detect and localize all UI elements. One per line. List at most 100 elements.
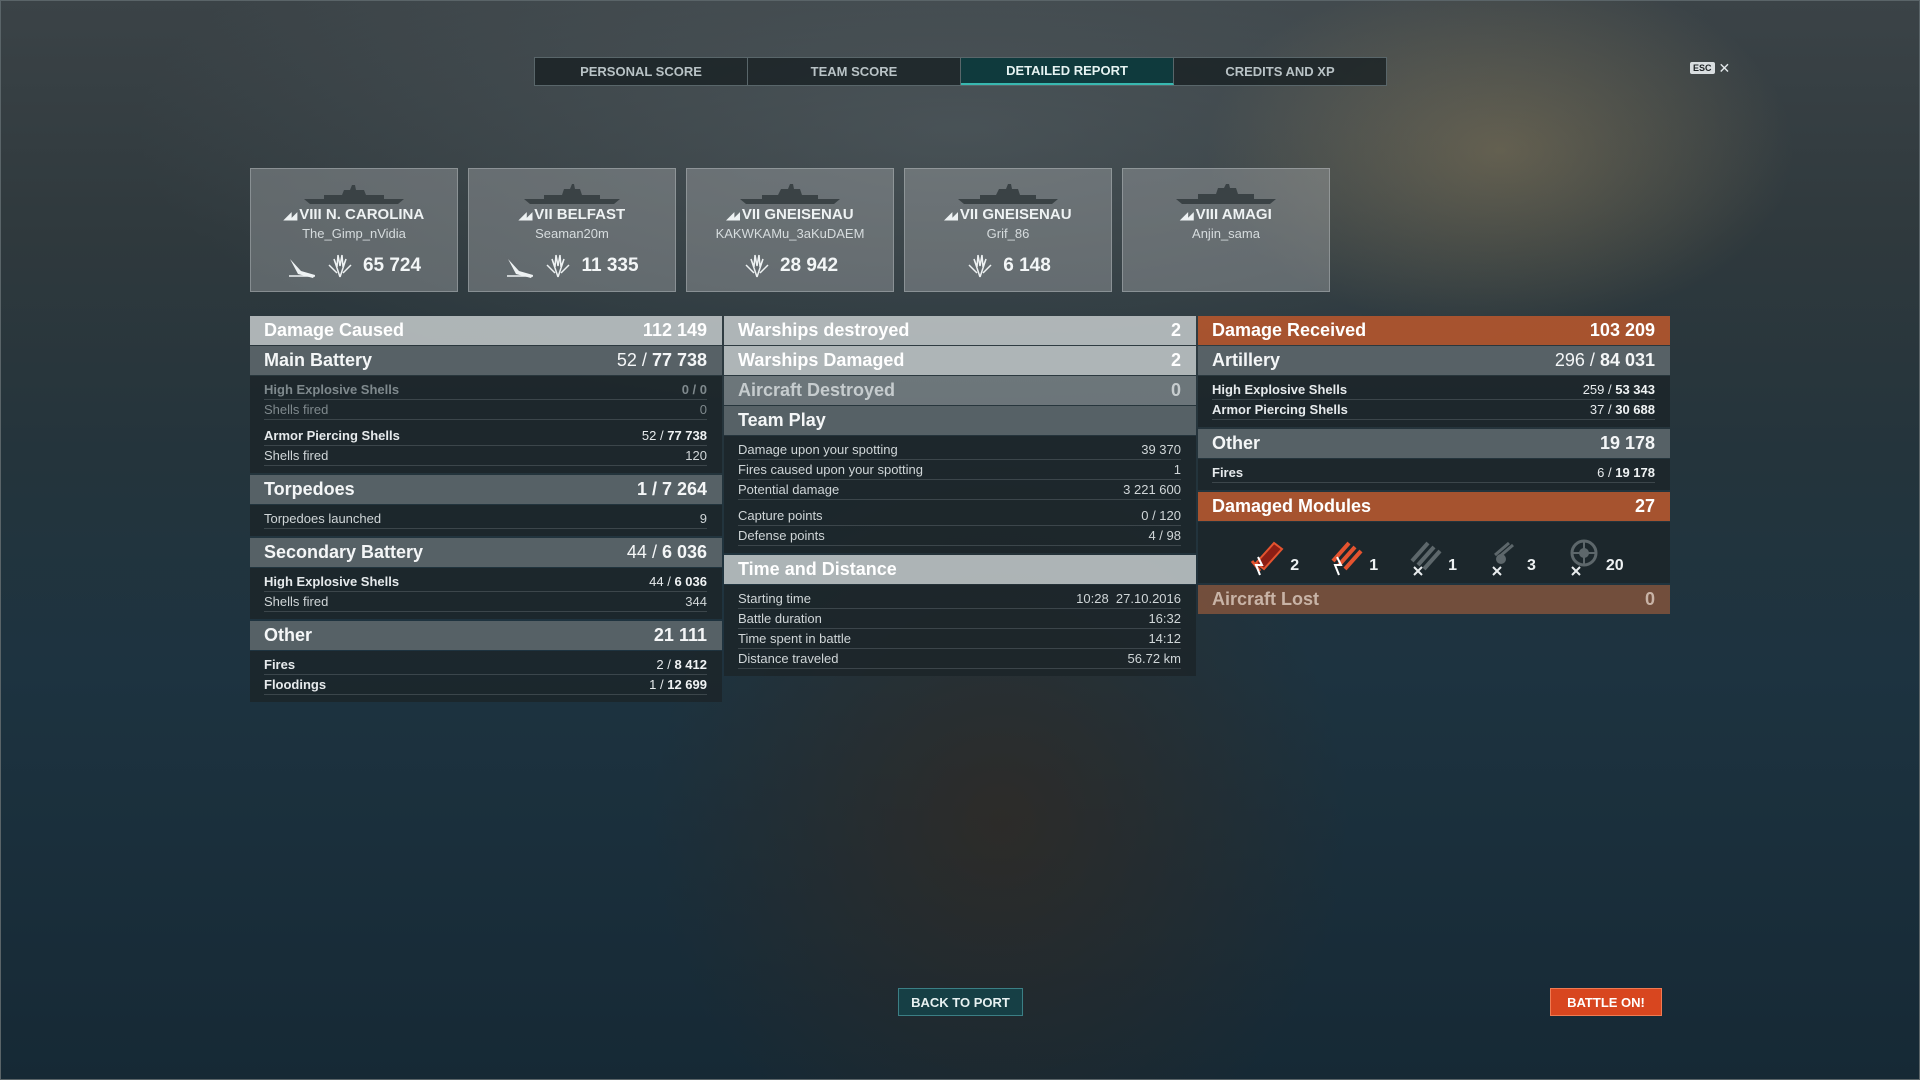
enemy-marker-icon: ◢◢ <box>1180 211 1193 222</box>
enemy-ship-cards: ◢◢ VIII N. CAROLINA The_Gimp_nVidia 65 72… <box>250 168 1330 292</box>
battleship-silhouette-icon <box>1176 184 1276 204</box>
module-item: 3 <box>1481 535 1536 577</box>
battle-on-button[interactable]: BATTLE ON! <box>1550 988 1662 1016</box>
time-distance-header: Time and Distance <box>724 555 1196 584</box>
received-ap-row: Armor Piercing Shells 37 / 30 688 <box>1212 400 1655 420</box>
damage-burst-icon <box>328 254 352 278</box>
other-received-header: Other 19 178 <box>1198 429 1670 458</box>
secondary-he-row: High Explosive Shells 44 / 6 036 <box>264 572 707 592</box>
tab-credits-and-xp[interactable]: CREDITS AND XP <box>1174 58 1386 85</box>
defense-points-row: Defense points 4 / 98 <box>738 526 1181 546</box>
other-caused-rows: Fires 2 / 8 412 Floodings 1 / 12 699 <box>250 651 722 702</box>
ship-card[interactable]: ◢◢ VII GNEISENAU KAKWKAMu_3aKuDAEM 28 942 <box>686 168 894 292</box>
battleship-silhouette-icon <box>740 184 840 204</box>
damage-value: 11 335 <box>581 255 639 276</box>
damage-burst-icon <box>745 254 769 278</box>
secondary-fired-row: Shells fired 344 <box>264 592 707 612</box>
artillery-rows: High Explosive Shells 259 / 53 343 Armor … <box>1198 376 1670 427</box>
fires-caused-row: Fires 2 / 8 412 <box>264 655 707 675</box>
capture-points-row: Capture points 0 / 120 <box>738 506 1181 526</box>
other-caused-header: Other 21 111 <box>250 621 722 650</box>
player-name: Seaman20m <box>535 226 609 241</box>
esc-key-icon: ESC <box>1690 62 1715 74</box>
aa-gun-destroyed-icon <box>1492 541 1514 576</box>
time-in-battle-row: Time spent in battle 14:12 <box>738 629 1181 649</box>
starting-time-row: Starting time 10:28 27.10.2016 <box>738 589 1181 609</box>
tab-team-score[interactable]: TEAM SCORE <box>748 58 961 85</box>
other-received-rows: Fires 6 / 19 178 <box>1198 459 1670 490</box>
ship-card-stats: 28 942 <box>687 253 893 279</box>
close-icon: ✕ <box>1718 60 1731 76</box>
warships-damaged-header: Warships Damaged 2 <box>724 346 1196 375</box>
enemy-marker-icon: ◢◢ <box>726 211 739 222</box>
he-shells-row: High Explosive Shells 0 / 0 <box>264 380 707 400</box>
module-item: 2 <box>1244 535 1299 577</box>
warships-destroyed-header: Warships destroyed 2 <box>724 316 1196 345</box>
ship-card[interactable]: ◢◢ VII BELFAST Seaman20m 11 335 <box>468 168 676 292</box>
ap-shells-row: Armor Piercing Shells 52 / 77 738 <box>264 426 707 446</box>
ship-name: ◢◢ VII GNEISENAU <box>726 206 854 223</box>
battleship-silhouette-icon <box>958 184 1058 204</box>
floodings-caused-row: Floodings 1 / 12 699 <box>264 675 707 695</box>
potential-damage-row: Potential damage 3 221 600 <box>738 480 1181 500</box>
close-button[interactable]: ESC ✕ <box>1690 60 1731 76</box>
time-distance-rows: Starting time 10:28 27.10.2016 Battle dur… <box>724 585 1196 676</box>
damaged-modules-list: 2 1 1 3 20 <box>1198 522 1670 583</box>
ship-card[interactable]: ◢◢ VIII N. CAROLINA The_Gimp_nVidia 65 72… <box>250 168 458 292</box>
battle-duration-row: Battle duration 16:32 <box>738 609 1181 629</box>
enemy-marker-icon: ◢◢ <box>283 211 297 222</box>
ship-card-stats: 11 335 <box>469 253 675 279</box>
main-battery-damaged-icon <box>1251 541 1284 576</box>
team-play-rows: Damage upon your spotting 39 370 Fires ca… <box>724 436 1196 553</box>
player-name: The_Gimp_nVidia <box>302 226 406 241</box>
module-item: 1 <box>1323 535 1378 577</box>
artillery-header: Artillery 296 / 84 031 <box>1198 346 1670 375</box>
ship-name: ◢◢ VIII AMAGI <box>1180 206 1272 223</box>
aircraft-destroyed-header: Aircraft Destroyed 0 <box>724 376 1196 405</box>
damage-caused-header: Damage Caused 112 149 <box>250 316 722 345</box>
damage-received-panel: Damage Received 103 209 Artillery 296 / 84… <box>1198 316 1670 615</box>
back-to-port-button[interactable]: BACK TO PORT <box>898 988 1023 1016</box>
ship-name: ◢◢ VIII N. CAROLINA <box>283 206 425 223</box>
fires-received-row: Fires 6 / 19 178 <box>1212 463 1655 483</box>
torpedo-tubes-destroyed-icon <box>1410 541 1442 576</box>
ship-card[interactable]: ◢◢ VII GNEISENAU Grif_86 6 148 <box>904 168 1112 292</box>
damage-caused-panel: Damage Caused 112 149 Main Battery 52 / 77… <box>250 316 722 704</box>
spotting-damage-row: Damage upon your spotting 39 370 <box>738 440 1181 460</box>
ap-shells-fired-row: Shells fired 120 <box>264 446 707 466</box>
damage-burst-icon <box>546 254 570 278</box>
damage-value: 65 724 <box>362 255 422 276</box>
ship-card-stats: 65 724 <box>251 253 457 279</box>
aircraft-lost-header: Aircraft Lost 0 <box>1198 585 1670 614</box>
secondary-battery-header: Secondary Battery 44 / 6 036 <box>250 538 722 567</box>
torpedo-hit-icon <box>288 259 315 278</box>
report-tabs: PERSONAL SCORE TEAM SCORE DETAILED REPOR… <box>534 57 1387 86</box>
he-shells-fired-row: Shells fired 0 <box>264 400 707 420</box>
ship-name: ◢◢ VII BELFAST <box>518 206 626 223</box>
secondary-battery-rows: High Explosive Shells 44 / 6 036 Shells f… <box>250 568 722 619</box>
tab-detailed-report[interactable]: DETAILED REPORT <box>961 58 1174 85</box>
cruiser-silhouette-icon <box>524 184 620 204</box>
secondary-battery-damaged-icon <box>1331 541 1363 576</box>
torpedoes-launched-row: Torpedoes launched 9 <box>264 509 707 529</box>
damage-burst-icon <box>968 254 992 278</box>
main-battery-rows: High Explosive Shells 0 / 0 Shells fired 0… <box>250 376 722 473</box>
enemy-marker-icon: ◢◢ <box>944 211 957 222</box>
damage-received-header: Damage Received 103 209 <box>1198 316 1670 345</box>
torpedoes-header: Torpedoes 1 / 7 264 <box>250 475 722 504</box>
torpedo-hit-icon <box>507 259 534 278</box>
ship-name: ◢◢ VII GNEISENAU <box>944 206 1072 223</box>
enemy-marker-icon: ◢◢ <box>518 211 532 222</box>
player-name: KAKWKAMu_3aKuDAEM <box>715 226 865 241</box>
damage-value: 28 942 <box>779 255 839 276</box>
main-battery-header: Main Battery 52 / 77 738 <box>250 346 722 375</box>
tab-personal-score[interactable]: PERSONAL SCORE <box>535 58 748 85</box>
module-item: 1 <box>1402 535 1457 577</box>
spotting-fires-row: Fires caused upon your spotting 1 <box>738 460 1181 480</box>
received-he-row: High Explosive Shells 259 / 53 343 <box>1212 380 1655 400</box>
aa-mount-destroyed-icon <box>1570 539 1598 576</box>
ship-card[interactable]: ◢◢ VIII AMAGI Anjin_sama <box>1122 168 1330 292</box>
torpedoes-rows: Torpedoes launched 9 <box>250 505 722 536</box>
middle-panel: Warships destroyed 2 Warships Damaged 2 Ai… <box>724 316 1196 678</box>
player-name: Grif_86 <box>986 226 1030 241</box>
